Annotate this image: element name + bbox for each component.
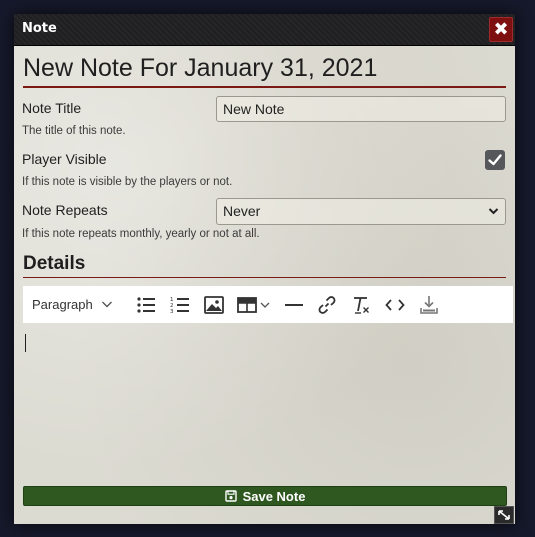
link-icon [318,295,336,314]
clear-format-icon [354,296,369,314]
insert-table-button[interactable] [231,286,275,323]
code-button[interactable] [378,286,412,323]
paragraph-dropdown[interactable]: Paragraph [23,286,123,323]
close-icon: ✖ [493,19,509,40]
window-titlebar[interactable]: Note ✖ [14,14,515,46]
bulleted-list-icon [137,296,155,313]
code-icon [385,298,405,311]
note-title-hint: The title of this note. [22,125,126,137]
save-note-button[interactable]: Save Note [23,486,507,506]
player-visible-checkbox[interactable] [485,150,505,170]
save-note-label: Save Note [242,488,306,504]
close-button[interactable]: ✖ [489,17,513,42]
numbered-list-button[interactable]: 1 2 3 [163,286,197,323]
svg-text:3: 3 [170,309,174,314]
chevron-down-icon [488,199,499,233]
save-icon [224,490,237,502]
player-visible-label: Player Visible [22,151,107,167]
player-visible-hint: If this note is visible by the players o… [22,176,233,188]
chevron-down-icon [101,297,113,314]
table-icon [236,296,257,313]
resize-handle[interactable] [494,506,514,524]
resize-icon [498,510,510,520]
text-caret [25,334,26,352]
note-repeats-select[interactable]: Never [216,198,506,225]
image-icon [204,295,224,314]
download-button[interactable] [412,286,446,323]
remove-format-button[interactable] [344,286,378,323]
checkmark-icon [488,154,502,166]
note-title-label: Note Title [22,100,82,116]
download-icon [420,295,438,314]
note-repeats-label: Note Repeats [22,202,108,218]
page-title: New Note For January 31, 2021 [23,54,506,88]
details-editor[interactable] [23,334,506,474]
note-title-input[interactable] [216,96,506,122]
note-repeats-value: Never [223,203,261,219]
insert-image-button[interactable] [197,286,231,323]
details-heading: Details [23,253,506,278]
horizontal-rule-button[interactable] [277,286,311,323]
bulleted-list-button[interactable] [129,286,163,323]
editor-toolbar: Paragraph 1 2 3 [23,286,513,323]
horizontal-rule-icon [285,303,303,306]
note-repeats-hint: If this note repeats monthly, yearly or … [22,228,260,240]
paragraph-label: Paragraph [32,297,93,312]
note-window: Note ✖ New Note For January 31, 2021 Not… [14,14,515,524]
window-title: Note [22,21,57,36]
link-button[interactable] [310,286,344,323]
numbered-list-icon: 1 2 3 [170,297,189,314]
chevron-down-icon [260,302,269,308]
